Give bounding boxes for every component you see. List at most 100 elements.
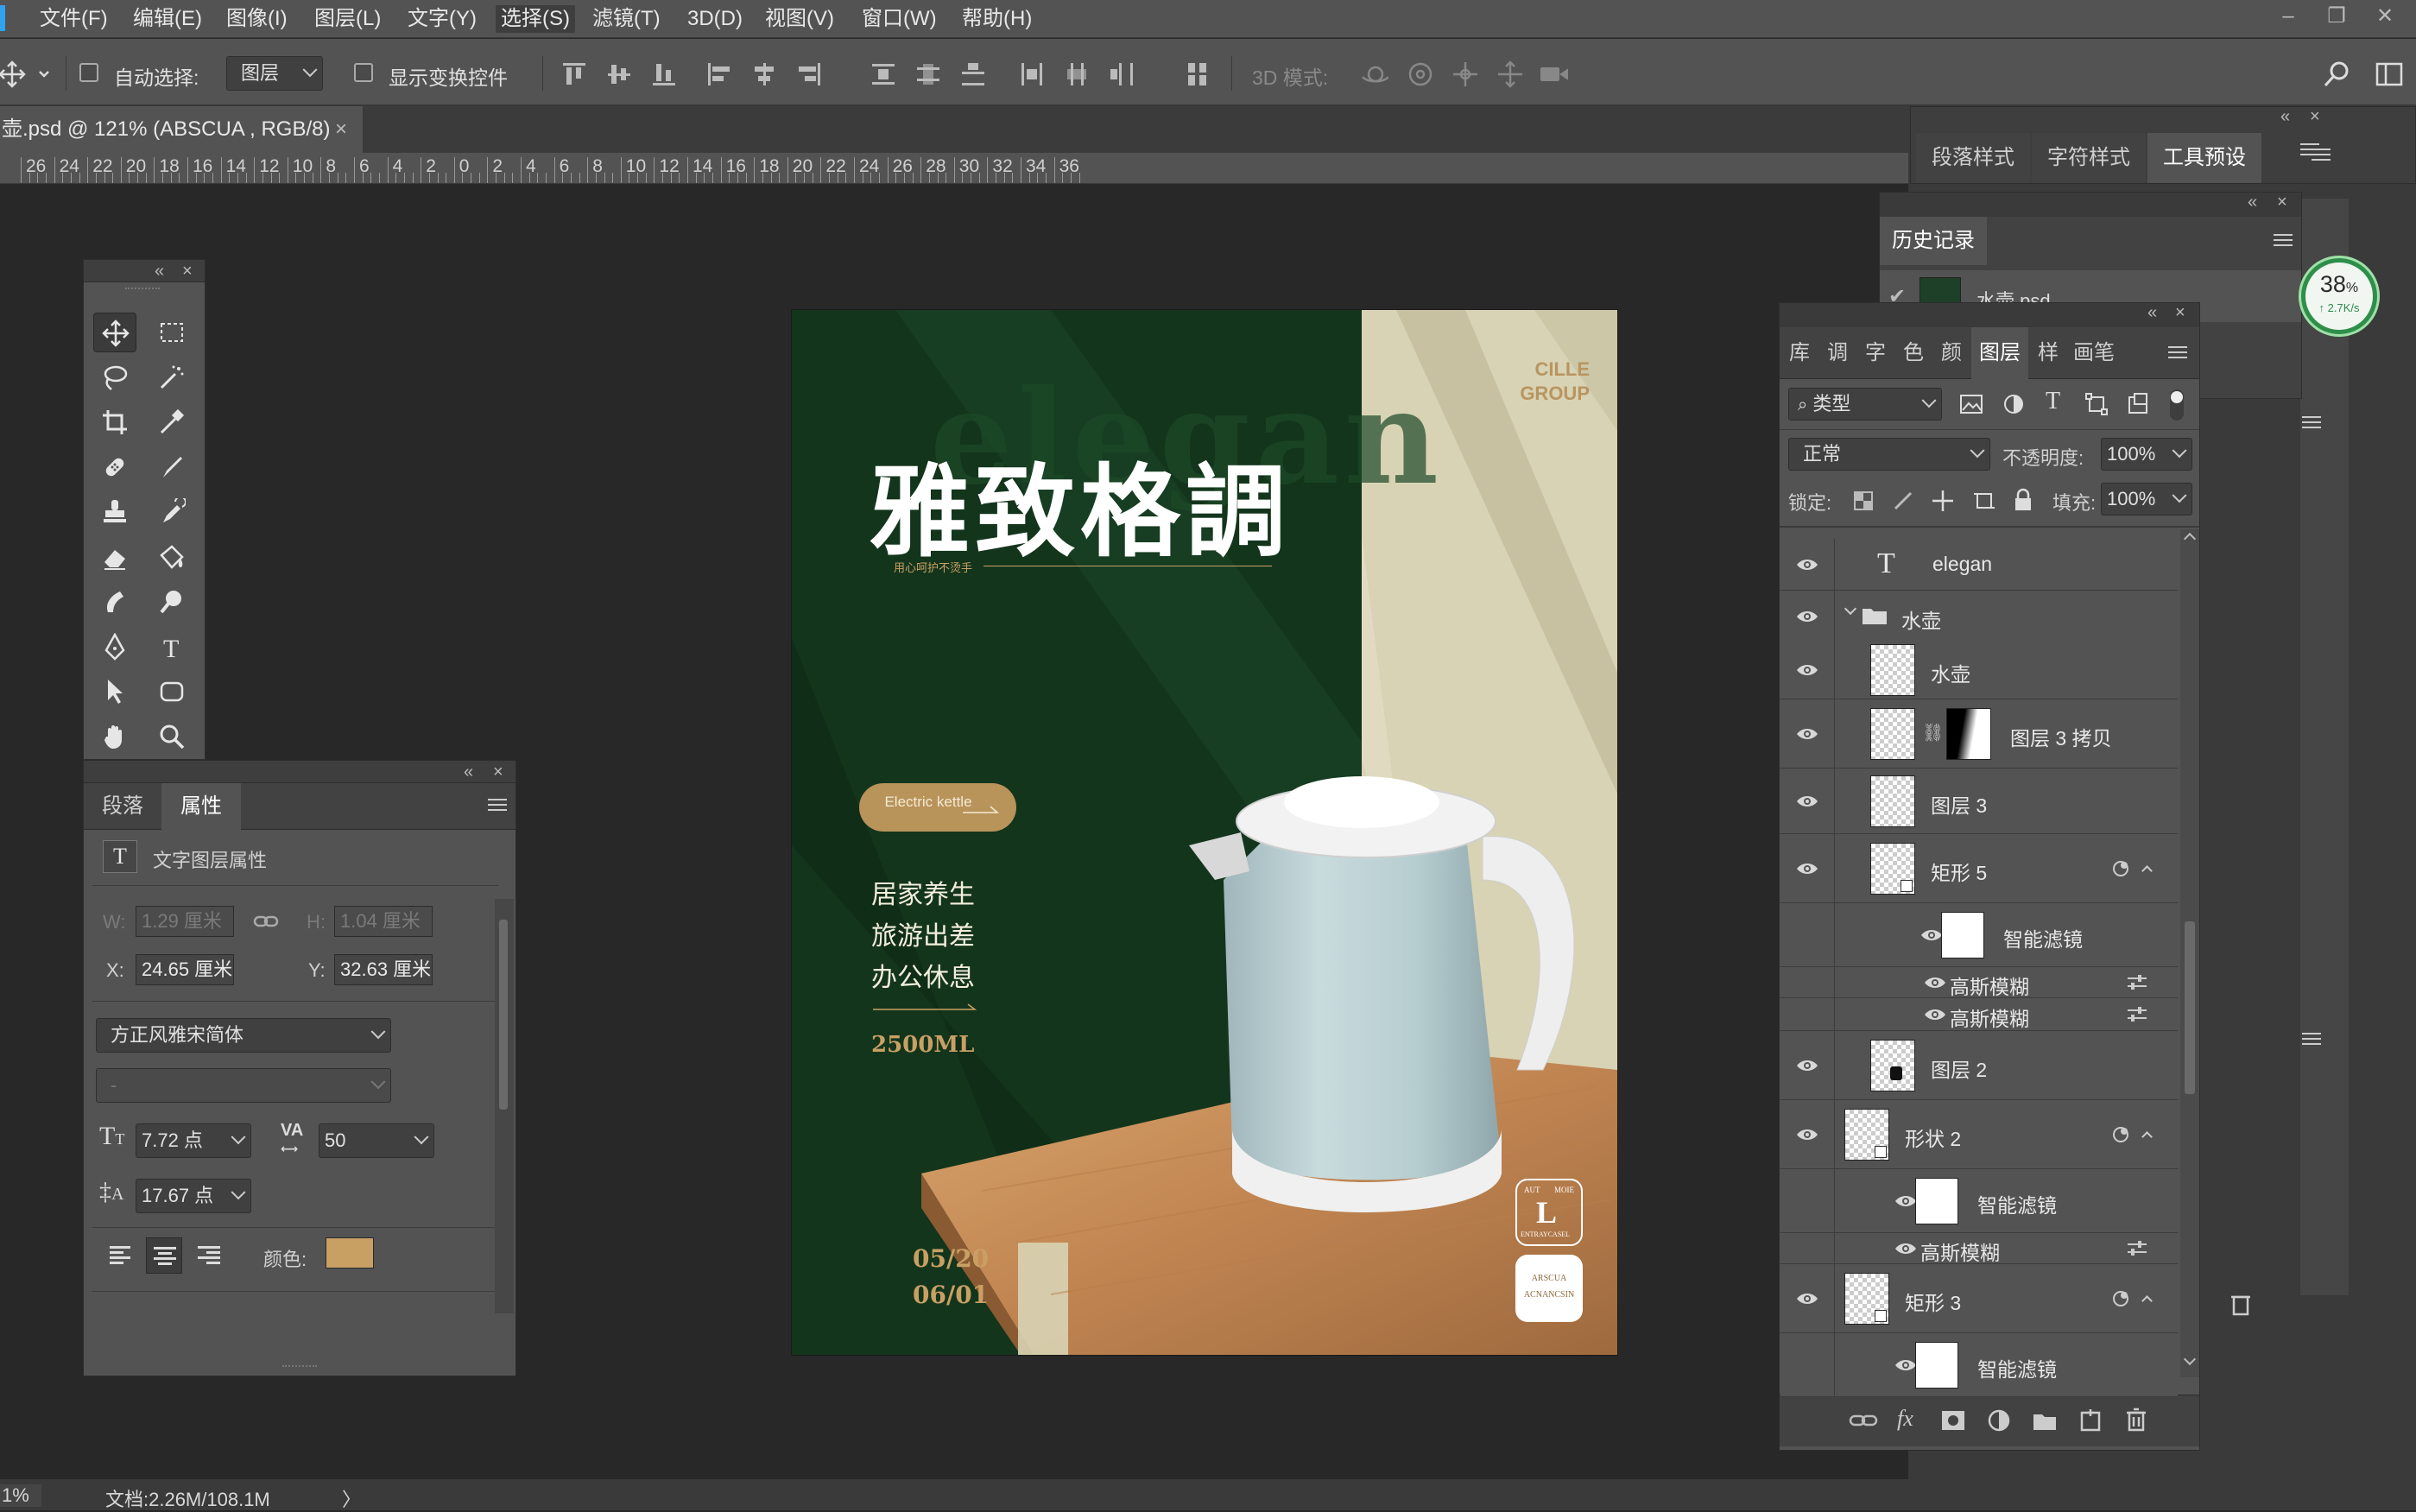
- visibility-eye-icon[interactable]: [1924, 1008, 1946, 1022]
- filter-settings-icon[interactable]: [2126, 1006, 2148, 1023]
- tab-tool-presets[interactable]: 工具预设: [2147, 133, 2261, 183]
- move-tool-button[interactable]: [93, 313, 136, 352]
- distribute-bottom-icon[interactable]: [958, 60, 988, 89]
- layer-thumbnail[interactable]: [1870, 775, 1915, 827]
- mask-link-icon[interactable]: ⛓: [1922, 722, 1944, 743]
- properties-scrollbar[interactable]: [495, 899, 514, 1313]
- tab-character[interactable]: 字: [1857, 327, 1894, 379]
- minimize-icon[interactable]: –: [2271, 2, 2305, 31]
- crop-tool-button[interactable]: [93, 402, 136, 442]
- show-transform-checkbox[interactable]: [354, 63, 373, 82]
- align-top-icon[interactable]: [560, 60, 589, 89]
- eyedropper-tool-button[interactable]: [150, 402, 193, 442]
- align-left-text-icon[interactable]: [108, 1243, 134, 1268]
- lock-artboard-icon[interactable]: [1973, 490, 1995, 512]
- layer-row[interactable]: ⛓ 图层 3 拷贝: [1780, 699, 2178, 769]
- layer-thumbnail[interactable]: [1870, 1040, 1915, 1091]
- smart-filter-mask-thumbnail[interactable]: [1941, 912, 1984, 958]
- layer-row[interactable]: 图层 3: [1780, 769, 2178, 834]
- smudge-tool-button[interactable]: [93, 582, 136, 622]
- auto-select-target-dropdown[interactable]: 图层: [226, 56, 323, 91]
- chevron-up-icon[interactable]: [2141, 1295, 2153, 1306]
- link-layers-icon[interactable]: [1849, 1411, 1878, 1430]
- smart-filter-badge-icon[interactable]: [2110, 1288, 2131, 1309]
- grip[interactable]: [125, 288, 160, 293]
- filter-settings-icon[interactable]: [2126, 974, 2148, 991]
- marquee-tool-button[interactable]: [150, 313, 193, 352]
- close-panel-icon[interactable]: ×: [493, 762, 503, 782]
- tab-libraries[interactable]: 库: [1781, 327, 1818, 379]
- layer-mask-thumbnail[interactable]: [1946, 708, 1991, 760]
- tab-history[interactable]: 历史记录: [1880, 217, 1987, 265]
- filter-settings-icon[interactable]: [2126, 1240, 2148, 1257]
- distribute-vcenter-icon[interactable]: [914, 60, 943, 89]
- filter-smart-object-icon[interactable]: [2127, 393, 2149, 415]
- network-speed-widget[interactable]: 38% ↑ 2.7K/s: [2299, 256, 2380, 337]
- layer-row[interactable]: 图层 2: [1780, 1031, 2178, 1100]
- auto-align-icon[interactable]: [1183, 60, 1212, 89]
- zoom-tool-button[interactable]: [150, 717, 193, 756]
- stamp-tool-button[interactable]: [93, 492, 136, 532]
- new-group-icon[interactable]: [2032, 1409, 2058, 1432]
- layer-row[interactable]: 高斯模糊: [1780, 967, 2178, 998]
- layer-row[interactable]: 智能滤镜: [1780, 1333, 2178, 1397]
- close-panel-icon[interactable]: ×: [2310, 107, 2320, 127]
- tab-paragraph[interactable]: 段落: [84, 783, 161, 830]
- layer-row[interactable]: 水壶: [1780, 641, 2178, 699]
- distribute-left-icon[interactable]: [1017, 60, 1047, 89]
- tab-properties[interactable]: 属性: [161, 783, 241, 830]
- dock-hamburger-icon[interactable]: [2302, 413, 2321, 432]
- zoom-level[interactable]: 1%: [0, 1484, 41, 1507]
- filter-type-icon[interactable]: T: [2046, 388, 2060, 415]
- healing-tool-button[interactable]: [93, 447, 136, 487]
- dock-hamburger-icon[interactable]: [2300, 140, 2326, 159]
- paint-bucket-tool-button[interactable]: [150, 537, 193, 577]
- hand-tool-button[interactable]: [93, 717, 136, 756]
- dock-hamburger-icon[interactable]: [2302, 1029, 2321, 1048]
- font-size-field[interactable]: 7.72 点: [136, 1123, 251, 1158]
- document-tab[interactable]: 壶.psd @ 121% (ABSCUA , RGB/8) ×: [0, 106, 363, 153]
- eraser-tool-button[interactable]: [93, 537, 136, 577]
- layer-thumbnail[interactable]: [1844, 1109, 1889, 1161]
- add-mask-icon[interactable]: [1940, 1409, 1966, 1432]
- h-field[interactable]: 1.04 厘米: [334, 906, 433, 937]
- scroll-up-icon[interactable]: [2183, 532, 2197, 546]
- workspace-icon[interactable]: [2375, 60, 2404, 89]
- visibility-eye-icon[interactable]: [1796, 862, 1818, 876]
- scroll-thumb[interactable]: [499, 920, 508, 1110]
- x-field[interactable]: 24.65 厘米: [136, 954, 234, 985]
- panel-menu-icon[interactable]: [2168, 343, 2187, 362]
- restore-icon[interactable]: ❐: [2319, 2, 2354, 31]
- menu-edit[interactable]: 编辑(E): [128, 5, 207, 33]
- document-canvas[interactable]: elegan CILLE GROUP 雅致格調 用心呵护不烫手 Electric…: [792, 310, 1617, 1355]
- menu-3d[interactable]: 3D(D): [682, 5, 748, 33]
- visibility-eye-icon[interactable]: [1894, 1194, 1917, 1208]
- search-icon[interactable]: [2323, 60, 2352, 89]
- align-left-icon[interactable]: [705, 60, 734, 89]
- visibility-eye-icon[interactable]: [1894, 1242, 1917, 1256]
- y-field[interactable]: 32.63 厘米: [334, 954, 433, 985]
- lock-position-icon[interactable]: [1932, 490, 1954, 512]
- tab-layers[interactable]: 图层: [1971, 327, 2028, 379]
- close-panel-icon[interactable]: ×: [182, 262, 193, 282]
- distribute-top-icon[interactable]: [869, 60, 898, 89]
- fill-field[interactable]: 100%: [2101, 483, 2192, 516]
- tab-styles[interactable]: 样: [2030, 327, 2066, 379]
- layer-row[interactable]: 形状 2: [1780, 1100, 2178, 1169]
- filter-toggle[interactable]: [2170, 389, 2184, 421]
- layers-scrollbar[interactable]: [2180, 529, 2199, 1377]
- shape-tool-button[interactable]: [150, 672, 193, 712]
- layer-row[interactable]: 高斯模糊: [1780, 1233, 2178, 1264]
- align-vcenter-icon[interactable]: [604, 60, 634, 89]
- new-layer-icon[interactable]: [2078, 1408, 2103, 1433]
- tab-paragraph-styles[interactable]: 段落样式: [1916, 133, 2030, 183]
- lock-transparent-icon[interactable]: [1852, 490, 1875, 512]
- grip[interactable]: [282, 1365, 317, 1370]
- layer-thumbnail[interactable]: [1844, 1273, 1889, 1325]
- w-field[interactable]: 1.29 厘米: [136, 906, 234, 937]
- 3d-scale-icon[interactable]: [1539, 60, 1568, 89]
- fx-icon[interactable]: fx: [1897, 1406, 1913, 1432]
- brush-tool-button[interactable]: [150, 447, 193, 487]
- status-menu-arrow[interactable]: 〉: [342, 1484, 361, 1512]
- menu-filter[interactable]: 滤镜(T): [587, 5, 666, 33]
